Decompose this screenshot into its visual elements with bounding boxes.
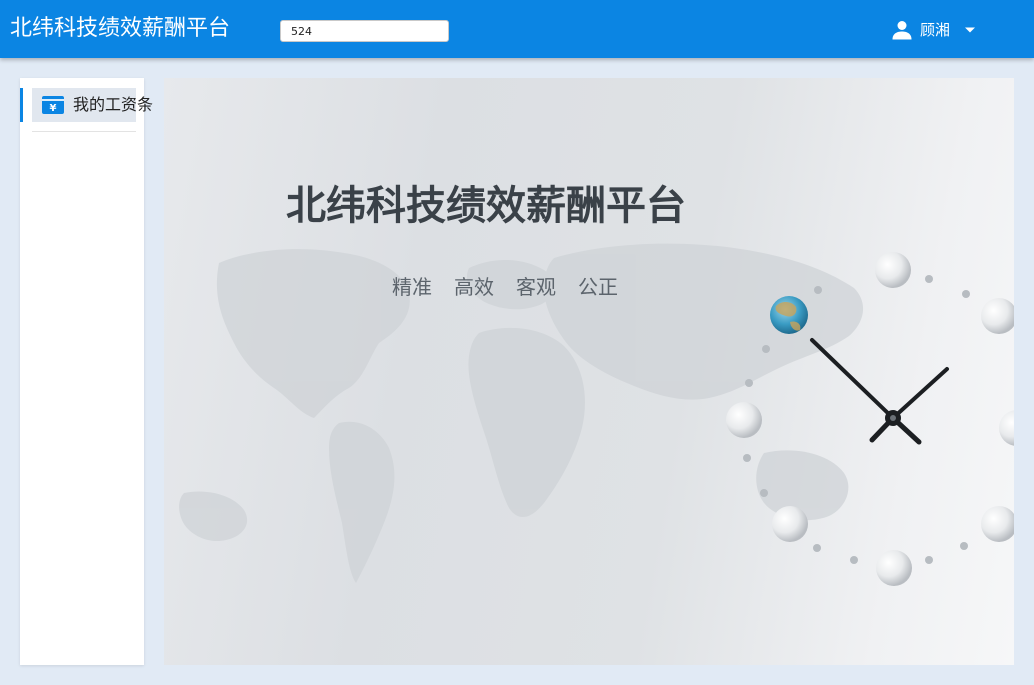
slogan-list: 精准 高效 客观 公正: [392, 274, 618, 300]
user-icon: [892, 21, 912, 40]
caret-down-icon[interactable]: [964, 26, 976, 34]
sidebar-divider: [32, 131, 136, 132]
main-banner: 北纬科技绩效薪酬平台 精准 高效 客观 公正: [164, 78, 1014, 665]
sidebar: ¥ 我的工资条: [20, 78, 153, 665]
user-menu[interactable]: 顾湘: [890, 16, 976, 44]
slogan-objective: 客观: [516, 275, 556, 299]
active-indicator: [20, 88, 23, 122]
user-name: 顾湘: [920, 21, 951, 39]
sidebar-item-label: 我的工资条: [73, 95, 154, 114]
banner-title: 北纬科技绩效薪酬平台: [286, 183, 686, 229]
salary-card-icon: ¥: [42, 96, 64, 114]
sidebar-item-my-payslip[interactable]: ¥ 我的工资条: [20, 88, 153, 122]
slogan-precise: 精准: [392, 275, 432, 299]
svg-text:¥: ¥: [50, 103, 57, 114]
app-title: 北纬科技绩效薪酬平台: [10, 16, 231, 41]
slogan-fair: 公正: [578, 275, 618, 299]
slogan-efficient: 高效: [454, 275, 494, 299]
globe-icon: [770, 296, 808, 334]
clock-hands: [810, 338, 949, 445]
banner-background-art: [179, 243, 1014, 586]
top-bar: 北纬科技绩效薪酬平台 顾湘: [0, 0, 1034, 58]
top-input-field[interactable]: [280, 20, 449, 42]
